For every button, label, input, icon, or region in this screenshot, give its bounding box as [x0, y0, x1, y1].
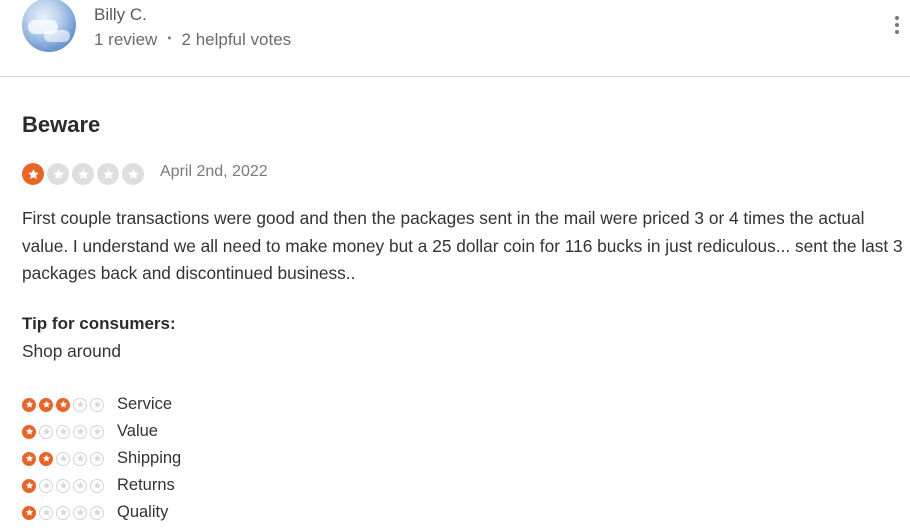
- sub-rating-stars: [22, 424, 117, 439]
- star-filled-icon: [22, 505, 36, 520]
- sub-rating-stars: [22, 478, 117, 493]
- meta-separator: •: [167, 31, 172, 45]
- star-empty-icon: [47, 163, 69, 185]
- star-filled-icon: [22, 478, 36, 493]
- star-empty-icon: [73, 424, 87, 439]
- review-body: First couple transactions were good and …: [22, 208, 903, 283]
- avatar-cloud: [44, 30, 70, 42]
- reviewer-header: Billy C. 1 review • 2 helpful votes: [0, 0, 910, 77]
- star-filled-icon: [22, 451, 36, 466]
- star-empty-icon: [56, 451, 70, 466]
- star-empty-icon: [56, 478, 70, 493]
- star-filled-icon: [22, 163, 44, 185]
- sub-rating-label: Returns: [117, 476, 175, 494]
- sub-rating-service: Service: [22, 391, 181, 418]
- star-empty-icon: [122, 163, 144, 185]
- review-date: April 2nd, 2022: [160, 163, 268, 180]
- review-star-rating: [22, 163, 144, 185]
- tip-label: Tip for consumers:: [22, 314, 176, 333]
- star-empty-icon: [39, 505, 53, 520]
- star-empty-icon: [90, 505, 104, 520]
- sub-rating-value: Value: [22, 418, 181, 445]
- star-empty-icon: [90, 397, 104, 412]
- sub-rating-label: Service: [117, 395, 173, 413]
- sub-rating-label: Shipping: [117, 449, 182, 467]
- star-empty-icon: [73, 397, 87, 412]
- review-card: Billy C. 1 review • 2 helpful votes Beware…: [0, 0, 910, 532]
- reviewer-meta: 1 review • 2 helpful votes: [94, 30, 291, 50]
- sub-rating-stars: [22, 451, 117, 466]
- star-empty-icon: [72, 163, 94, 185]
- sub-rating-label: Value: [117, 422, 158, 440]
- star-empty-icon: [90, 451, 104, 466]
- sub-ratings: Service Value Shipping Returns Quality: [22, 391, 181, 526]
- star-empty-icon: [73, 451, 87, 466]
- star-filled-icon: [56, 397, 70, 412]
- review-title: Beware: [22, 112, 101, 137]
- star-filled-icon: [39, 397, 53, 412]
- star-filled-icon: [39, 451, 53, 466]
- sub-rating-shipping: Shipping: [22, 445, 181, 472]
- kebab-dot: [895, 30, 899, 34]
- star-empty-icon: [56, 505, 70, 520]
- sub-rating-returns: Returns: [22, 472, 181, 499]
- star-empty-icon: [39, 478, 53, 493]
- sub-rating-stars: [22, 505, 117, 520]
- star-filled-icon: [22, 424, 36, 439]
- kebab-dot: [895, 16, 899, 20]
- helpful-votes: 2 helpful votes: [181, 30, 292, 49]
- reviewer-name[interactable]: Billy C.: [94, 5, 147, 25]
- star-empty-icon: [90, 424, 104, 439]
- avatar[interactable]: [22, 0, 76, 52]
- sub-rating-stars: [22, 397, 117, 412]
- star-empty-icon: [73, 505, 87, 520]
- more-options-icon[interactable]: [888, 14, 906, 36]
- star-empty-icon: [90, 478, 104, 493]
- sub-rating-label: Quality: [117, 503, 169, 521]
- star-empty-icon: [97, 163, 119, 185]
- star-filled-icon: [22, 397, 36, 412]
- sub-rating-quality: Quality: [22, 499, 181, 526]
- star-empty-icon: [56, 424, 70, 439]
- star-empty-icon: [39, 424, 53, 439]
- kebab-dot: [895, 23, 899, 27]
- review-count: 1 review: [94, 30, 158, 49]
- tip-text: Shop around: [22, 341, 121, 361]
- star-empty-icon: [73, 478, 87, 493]
